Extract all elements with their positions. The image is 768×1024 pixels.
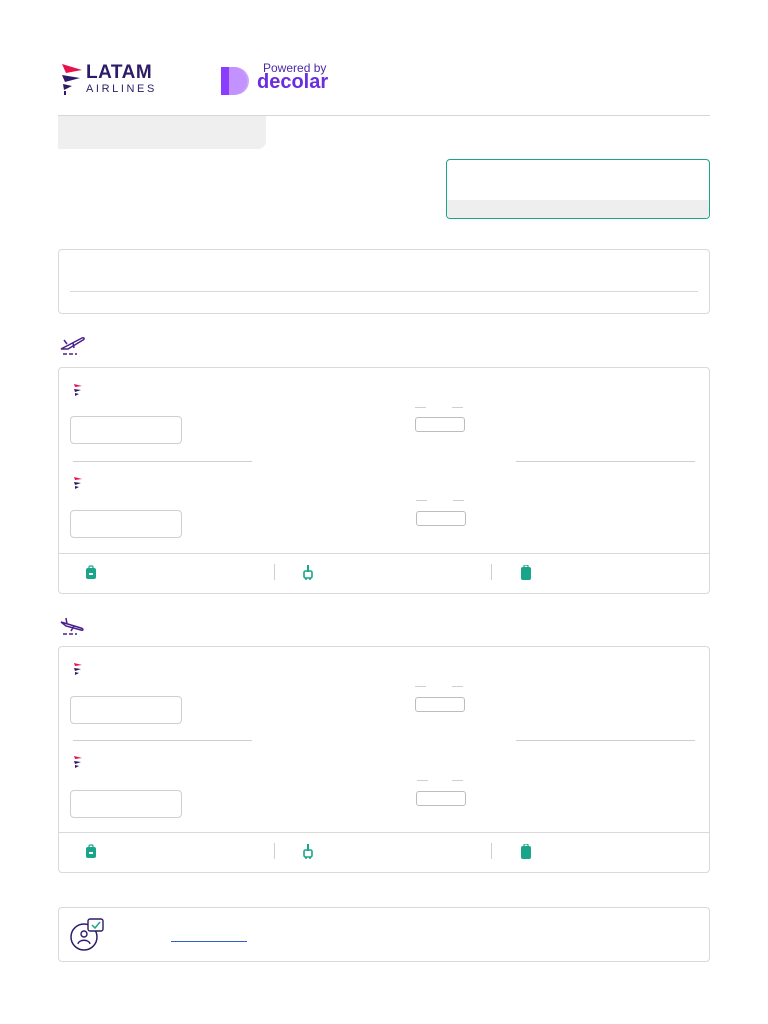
airline-mark-icon bbox=[74, 477, 82, 489]
plane-takeoff-icon bbox=[60, 337, 85, 355]
baggage-separator bbox=[274, 564, 275, 580]
duration-badge bbox=[415, 417, 465, 432]
support-link[interactable] bbox=[171, 932, 247, 942]
duration-dash bbox=[452, 686, 463, 687]
baggage-divider bbox=[59, 553, 709, 554]
booking-summary-box bbox=[58, 249, 710, 314]
duration-dash bbox=[453, 500, 464, 501]
trolley-bag-icon bbox=[303, 844, 313, 859]
decolar-logo: Powered by decolar bbox=[219, 61, 349, 99]
trolley-bag-icon bbox=[303, 565, 313, 580]
baggage-separator bbox=[274, 843, 275, 859]
backpack-icon bbox=[86, 844, 96, 858]
summary-divider bbox=[70, 291, 698, 292]
duration-dash bbox=[416, 500, 427, 501]
baggage-separator bbox=[491, 564, 492, 580]
baggage-divider bbox=[59, 832, 709, 833]
route-line-left bbox=[73, 461, 252, 462]
duration-badge bbox=[415, 697, 465, 712]
latam-mark-icon bbox=[62, 64, 82, 95]
decolar-mark-icon bbox=[221, 67, 249, 95]
suitcase-icon bbox=[521, 565, 531, 580]
reservation-tab bbox=[58, 116, 266, 149]
baggage-separator bbox=[491, 843, 492, 859]
plane-landing-icon bbox=[60, 617, 84, 635]
airline-mark-icon bbox=[74, 756, 82, 768]
duration-dash bbox=[415, 686, 426, 687]
partner-name: decolar bbox=[257, 71, 329, 93]
arrival-time-field bbox=[70, 790, 182, 818]
route-line-left bbox=[73, 740, 252, 741]
status-panel bbox=[446, 159, 710, 219]
inbound-flight-card bbox=[58, 646, 710, 873]
suitcase-icon bbox=[521, 844, 531, 859]
route-line-right bbox=[516, 740, 695, 741]
duration-badge bbox=[416, 791, 466, 806]
duration-badge bbox=[416, 511, 466, 526]
brand-subtitle: AIRLINES bbox=[86, 83, 157, 95]
departure-time-field bbox=[70, 696, 182, 724]
airline-mark-icon bbox=[74, 663, 82, 675]
duration-dash bbox=[417, 780, 428, 781]
brand-name: LATAM bbox=[86, 62, 153, 83]
duration-dash bbox=[452, 407, 463, 408]
duration-dash bbox=[415, 407, 426, 408]
departure-time-field bbox=[70, 416, 182, 444]
airline-mark-icon bbox=[74, 384, 82, 396]
latam-airlines-logo: LATAM AIRLINES bbox=[60, 62, 170, 96]
status-panel-footer bbox=[447, 200, 709, 218]
support-box bbox=[58, 907, 710, 962]
route-line-right bbox=[516, 461, 695, 462]
outbound-flight-card bbox=[58, 367, 710, 594]
agent-chat-icon bbox=[70, 918, 104, 951]
arrival-time-field bbox=[70, 510, 182, 538]
duration-dash bbox=[452, 780, 463, 781]
backpack-icon bbox=[86, 565, 96, 579]
